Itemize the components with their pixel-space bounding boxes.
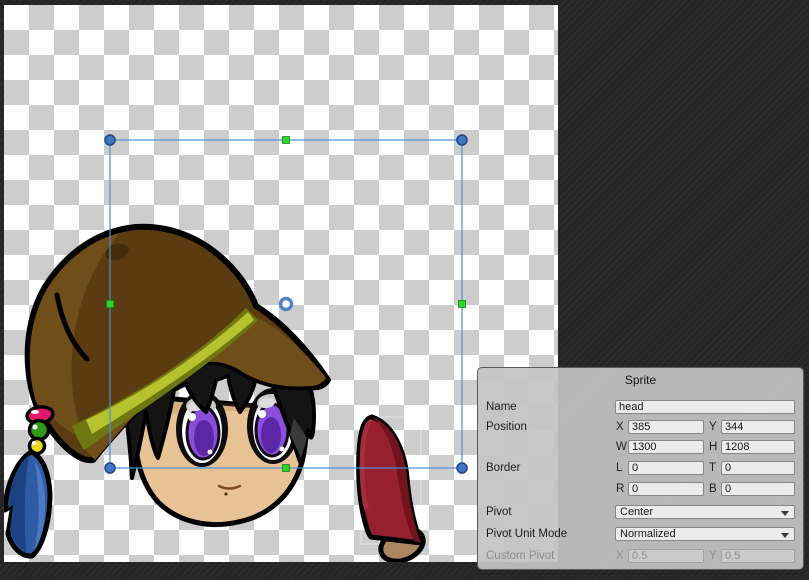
custom-pivot-row: Custom Pivot X Y xyxy=(478,549,803,563)
name-row: Name xyxy=(478,400,803,414)
pivot-unit-mode-label: Pivot Unit Mode xyxy=(486,528,567,540)
selection-handle-right[interactable] xyxy=(459,301,466,308)
name-input[interactable] xyxy=(615,400,795,414)
border-l-prefix: L xyxy=(616,462,628,474)
selection-handle-top-left[interactable] xyxy=(105,135,115,145)
position-y-input[interactable] xyxy=(721,420,795,434)
border-r-prefix: R xyxy=(616,483,628,495)
border-b-prefix: B xyxy=(709,483,721,495)
border-row-lt: Border L T xyxy=(478,461,803,475)
border-t-prefix: T xyxy=(709,462,721,474)
position-x-input[interactable] xyxy=(628,420,704,434)
position-h-input[interactable] xyxy=(721,440,795,454)
selection-overlay xyxy=(4,5,558,562)
selection-handle-bottom-right[interactable] xyxy=(457,463,467,473)
position-w-prefix: W xyxy=(616,441,628,453)
border-label: Border xyxy=(486,462,521,474)
position-label: Position xyxy=(486,421,527,433)
selection-handle-bottom[interactable] xyxy=(283,465,290,472)
border-l-input[interactable] xyxy=(628,461,704,475)
pivot-handle[interactable] xyxy=(281,299,292,310)
pivot-label: Pivot xyxy=(486,506,512,518)
pivot-unit-mode-row: Pivot Unit Mode Normalized xyxy=(478,527,803,541)
custom-pivot-y-prefix: Y xyxy=(709,550,721,562)
panel-title: Sprite xyxy=(478,373,803,387)
position-w-input[interactable] xyxy=(628,440,704,454)
border-t-input[interactable] xyxy=(721,461,795,475)
selection-handle-bottom-left[interactable] xyxy=(105,463,115,473)
custom-pivot-label: Custom Pivot xyxy=(486,550,554,562)
custom-pivot-x-prefix: X xyxy=(616,550,628,562)
pivot-dropdown[interactable]: Center xyxy=(615,505,795,519)
chevron-down-icon xyxy=(781,533,789,538)
position-row-wh: W H xyxy=(478,440,803,454)
custom-pivot-y-input xyxy=(721,549,795,563)
border-r-input[interactable] xyxy=(628,482,704,496)
border-b-input[interactable] xyxy=(721,482,795,496)
pivot-row: Pivot Center xyxy=(478,505,803,519)
pivot-value: Center xyxy=(620,506,653,518)
position-y-prefix: Y xyxy=(709,421,721,433)
selection-handle-top[interactable] xyxy=(283,137,290,144)
sprite-inspector-panel: Sprite Name Position X Y W H Border L T … xyxy=(477,367,804,570)
sprite-editor-window: Sprite Name Position X Y W H Border L T … xyxy=(0,0,809,580)
position-x-prefix: X xyxy=(616,421,628,433)
border-row-rb: R B xyxy=(478,482,803,496)
pivot-unit-mode-value: Normalized xyxy=(620,528,676,540)
selection-handle-top-right[interactable] xyxy=(457,135,467,145)
pivot-unit-mode-dropdown[interactable]: Normalized xyxy=(615,527,795,541)
position-row-xy: Position X Y xyxy=(478,420,803,434)
name-label: Name xyxy=(486,401,517,413)
selection-handle-left[interactable] xyxy=(107,301,114,308)
custom-pivot-x-input xyxy=(628,549,704,563)
position-h-prefix: H xyxy=(709,441,721,453)
texture-canvas[interactable] xyxy=(4,5,558,562)
chevron-down-icon xyxy=(781,511,789,516)
